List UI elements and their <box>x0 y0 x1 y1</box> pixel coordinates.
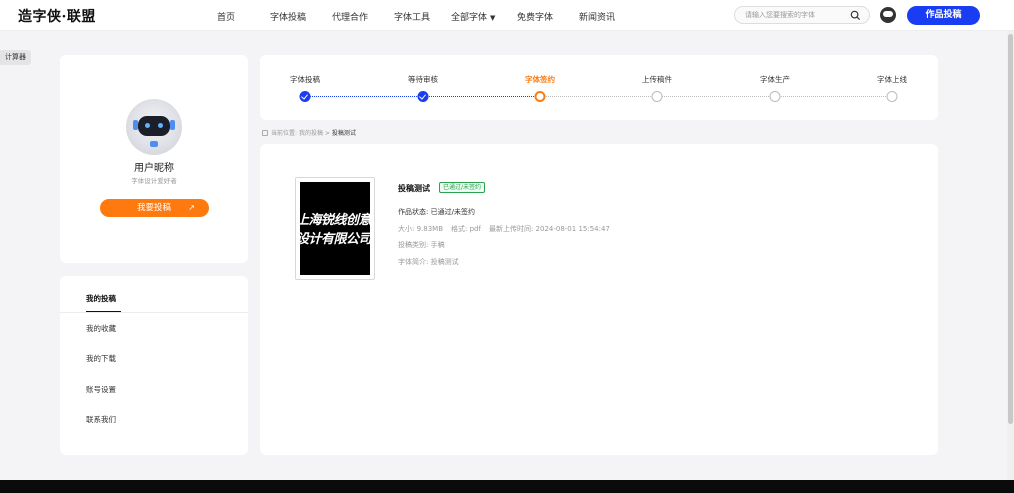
nav-all-fonts-label: 全部字体 <box>451 13 488 23</box>
work-status-value: 已通过/未签约 <box>430 208 475 216</box>
user-subtitle: 字体设计爱好者 <box>131 177 177 185</box>
current-step-icon <box>534 91 546 102</box>
breadcrumb-separator: > <box>324 130 330 137</box>
chevron-down-icon: ▼ <box>490 14 496 22</box>
menu-account-settings[interactable]: 账号设置 <box>86 384 116 395</box>
profile-card: 用户昵称 字体设计爱好者 我要投稿 ↗ <box>60 55 248 263</box>
breadcrumb-my-submissions[interactable]: 我的投稿 <box>299 130 323 137</box>
step-label-submit: 字体投稿 <box>290 75 320 84</box>
file-format: 格式: pdf <box>451 225 481 233</box>
thumbnail-text-line: 设计有限公司 <box>300 232 370 247</box>
search-input[interactable]: 请输入您要搜索的字体 <box>734 6 870 24</box>
work-status-label: 作品状态: <box>398 208 429 216</box>
file-size: 大小: 9.83MB <box>398 225 444 233</box>
nav-agency[interactable]: 代理合作 <box>332 10 368 23</box>
nav-free-fonts[interactable]: 免费字体 <box>517 10 553 23</box>
step-connector <box>657 96 775 97</box>
nav-font-submission[interactable]: 字体投稿 <box>270 10 306 23</box>
step-label-review: 等待审核 <box>408 75 438 84</box>
step-label-upload: 上传稿件 <box>642 75 672 84</box>
profile-avatar <box>126 99 182 155</box>
robot-badge <box>150 141 158 147</box>
breadcrumb-current: 投稿测试 <box>331 130 356 137</box>
submission-category: 投稿类别: 手稿 <box>398 241 445 249</box>
search-icon[interactable] <box>850 10 861 21</box>
file-meta: 大小: 9.83MB 格式: pdf 最新上传时间: 2024-08-01 15:5… <box>398 224 610 234</box>
step-connector <box>305 96 423 97</box>
robot-ear-right <box>170 120 175 130</box>
submit-font-button[interactable]: 我要投稿 ↗ <box>100 199 209 217</box>
pending-step-icon <box>886 91 898 102</box>
arrow-up-right-icon: ↗ <box>188 203 195 212</box>
step-connector <box>775 96 892 97</box>
submit-font-label: 我要投稿 <box>137 203 172 213</box>
search-placeholder: 请输入您要搜索的字体 <box>745 11 815 19</box>
breadcrumb: 当前位置: 我的投稿 > 投稿测试 <box>262 128 356 137</box>
step-label-production: 字体生产 <box>760 75 790 84</box>
nav-font-tools[interactable]: 字体工具 <box>394 10 430 23</box>
upload-time: 最新上传时间: 2024-08-01 15:54:47 <box>488 225 610 233</box>
status-badge: 已通过/未签约 <box>439 182 486 193</box>
scrollbar-thumb[interactable] <box>1008 34 1013 424</box>
breadcrumb-prefix: 当前位置: <box>271 130 298 137</box>
submission-progress-steps: 字体投稿 等待审核 字体签约 上传稿件 字体生产 字体上线 <box>260 55 938 120</box>
user-nickname: 用户昵称 <box>134 163 174 174</box>
menu-contact-us[interactable]: 联系我们 <box>86 414 116 425</box>
font-intro: 字体简介: 投稿测试 <box>398 258 459 266</box>
calculator-tab[interactable]: 计算器 <box>0 50 31 65</box>
pending-step-icon <box>769 91 781 102</box>
step-label-sign: 字体签约 <box>525 75 555 84</box>
user-avatar[interactable] <box>880 7 896 23</box>
thumbnail-text-line: 上海锐线创意 <box>300 213 370 228</box>
nav-home[interactable]: 首页 <box>217 10 235 23</box>
top-nav-bar: 造字侠·联盟 首页 字体投稿 代理合作 字体工具 全部字体 ▼ 免费字体 新闻资讯… <box>0 0 1014 31</box>
robot-eye-left <box>145 123 150 128</box>
check-icon <box>417 91 429 102</box>
check-icon <box>299 91 311 102</box>
submission-detail-card: 上海锐线创意 设计有限公司 投稿测试 已通过/未签约 作品状态: 已通过/未签约… <box>260 144 938 455</box>
step-connector <box>540 96 657 97</box>
menu-divider <box>60 312 248 313</box>
step-label-online: 字体上线 <box>877 75 907 84</box>
thumbnail-preview: 上海锐线创意 设计有限公司 <box>300 182 370 275</box>
nav-all-fonts[interactable]: 全部字体 ▼ <box>451 10 495 23</box>
robot-face <box>138 116 170 136</box>
account-menu: 我的投稿 我的收藏 我的下载 账号设置 联系我们 <box>60 276 248 455</box>
work-status: 作品状态: 已通过/未签约 <box>398 207 475 217</box>
submission-thumbnail[interactable]: 上海锐线创意 设计有限公司 <box>295 177 375 280</box>
pending-step-icon <box>651 91 663 102</box>
nav-news[interactable]: 新闻资讯 <box>579 10 615 23</box>
step-connector <box>423 96 540 97</box>
submit-work-button[interactable]: 作品投稿 <box>907 6 980 25</box>
site-logo[interactable]: 造字侠·联盟 <box>18 6 96 26</box>
menu-my-favorites[interactable]: 我的收藏 <box>86 323 116 334</box>
robot-eye-right <box>158 123 163 128</box>
page-footer <box>0 480 1014 493</box>
submission-title: 投稿测试 <box>398 184 430 193</box>
location-icon <box>262 130 268 136</box>
menu-my-downloads[interactable]: 我的下载 <box>86 353 116 364</box>
menu-my-submissions[interactable]: 我的投稿 <box>86 293 116 304</box>
